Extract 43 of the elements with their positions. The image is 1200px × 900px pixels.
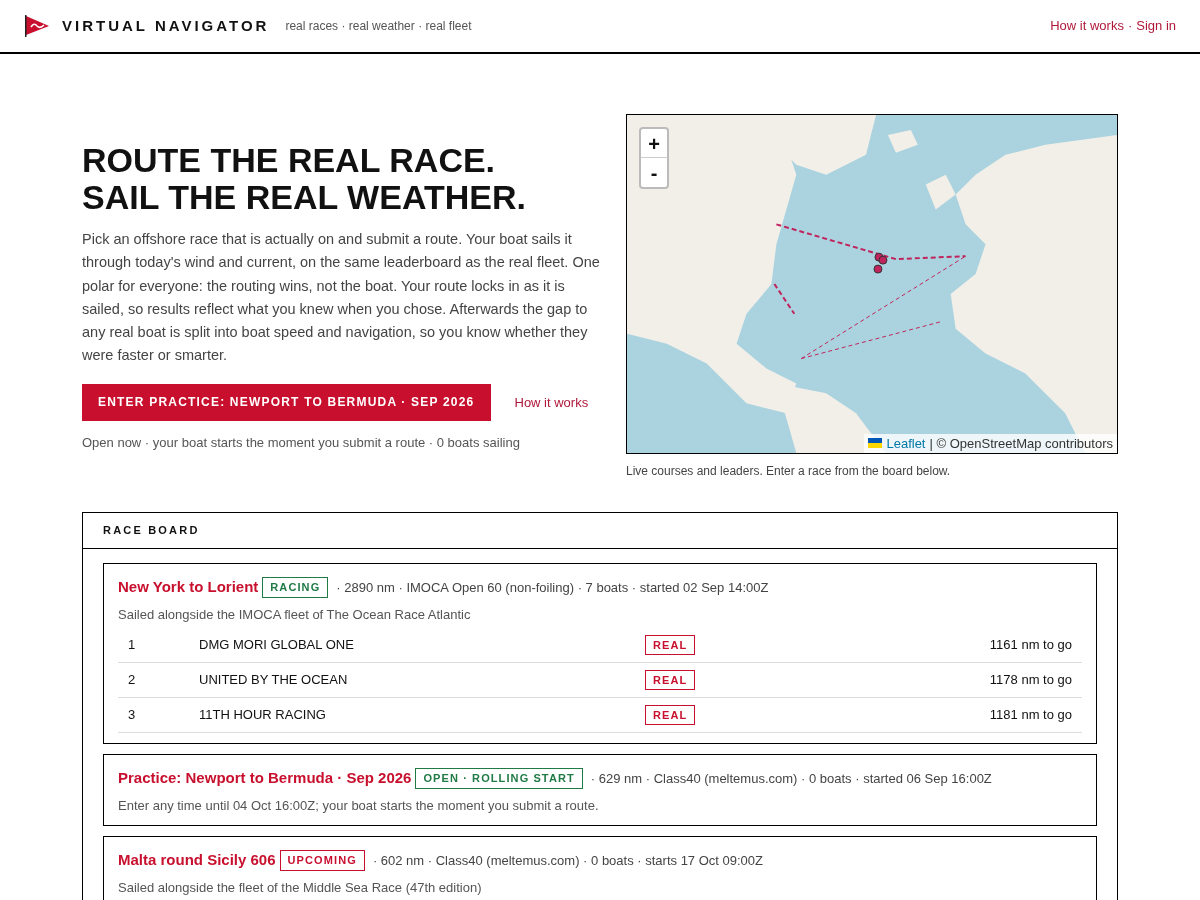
rank-cell-text: 3 bbox=[128, 706, 137, 725]
enter-practice-button[interactable]: ENTER PRACTICE: NEWPORT TO BERMUDA · SEP 2026 bbox=[82, 383, 491, 421]
tagline: real races · real weather · real fleet bbox=[285, 18, 472, 35]
boat-name-cell-text: 11TH HOUR RACING bbox=[199, 706, 327, 725]
intro-paragraph: Pick an offshore race that is actually on and submit a route. Your boat sails it through today's wind and current, on the same leaderboard as the real fleet. One polar for everyone: the routing wins, not the boat. Your route locks in as it is sailed, so results reflect what you knew when you chose. Afterwards the gap to any real boat is split into boat speed and navigation, so you know whether they were faster or smarter. bbox=[82, 230, 601, 366]
headline: ROUTE THE REAL RACE. SAIL THE REAL WEATHER. bbox=[82, 142, 527, 216]
distance-cell-text: 1178 nm to go bbox=[989, 671, 1072, 690]
real-tag: REAL bbox=[645, 634, 696, 656]
rank-cell-text: 2 bbox=[128, 671, 137, 690]
race-description: Enter any time until 04 Oct 16:00Z; your boat starts the moment you submit a route. bbox=[118, 796, 600, 815]
race-details: · 602 nm · Class40 (meltemus.com) · 0 boats · starts 17 Oct 09:00Z bbox=[372, 851, 763, 870]
sign-in-link[interactable]: Sign in bbox=[1136, 16, 1176, 36]
boat-name-cell-text: UNITED BY THE OCEAN bbox=[199, 671, 349, 690]
status-note: Open now · your boat starts the moment you submit a route · 0 boats sailing bbox=[82, 433, 521, 452]
status-tag: RACING bbox=[262, 577, 329, 598]
boat-name-cell-text: DMG MORI GLOBAL ONE bbox=[199, 636, 355, 655]
race-description: Sailed alongside the IMOCA fleet of The Ocean Race Atlantic bbox=[118, 605, 472, 624]
race-description: Sailed alongside the fleet of the Middle Sea Race (47th edition) bbox=[118, 878, 483, 897]
real-tag: REAL bbox=[645, 669, 696, 691]
status-tag: UPCOMING bbox=[279, 850, 365, 871]
status-tag: OPEN · ROLLING START bbox=[415, 768, 583, 789]
flag-logo-icon bbox=[24, 14, 50, 38]
panel-title: RACE BOARD bbox=[103, 523, 200, 539]
leaflet-link[interactable]: Leaflet bbox=[886, 433, 926, 453]
rank-cell-text: 1 bbox=[128, 636, 137, 655]
zoom-in-button[interactable]: + bbox=[641, 129, 667, 158]
how-it-works-link[interactable]: How it works bbox=[1050, 16, 1124, 36]
map[interactable]: + - Leaflet | © OpenStreetMap contributors bbox=[626, 114, 1118, 454]
map-caption: Live courses and leaders. Enter a race from the board below. bbox=[626, 463, 952, 480]
race-details: · 629 nm · Class40 (meltemus.com) · 0 boats · started 06 Sep 16:00Z bbox=[590, 769, 992, 788]
ukraine-flag-icon bbox=[868, 438, 883, 449]
separator: · bbox=[1127, 17, 1133, 36]
brand-name: VIRTUAL NAVIGATOR bbox=[62, 15, 270, 36]
attribution-text: | © OpenStreetMap contributors bbox=[929, 434, 1113, 453]
zoom-out-button[interactable]: - bbox=[641, 158, 667, 187]
distance-cell-text: 1161 nm to go bbox=[989, 636, 1072, 655]
distance-cell-text: 1181 nm to go bbox=[989, 706, 1072, 725]
race-title-link[interactable]: Practice: Newport to Bermuda · Sep 2026 bbox=[118, 767, 412, 790]
race-details: · 2890 nm · IMOCA Open 60 (non-foiling) · 7 boats · started 02 Sep 14:00Z bbox=[336, 578, 769, 597]
how-it-works-link[interactable]: How it works bbox=[514, 392, 589, 413]
race-title-link[interactable]: New York to Lorient bbox=[118, 576, 259, 599]
real-tag: REAL bbox=[645, 704, 696, 726]
race-title-link[interactable]: Malta round Sicily 606 bbox=[118, 849, 276, 872]
